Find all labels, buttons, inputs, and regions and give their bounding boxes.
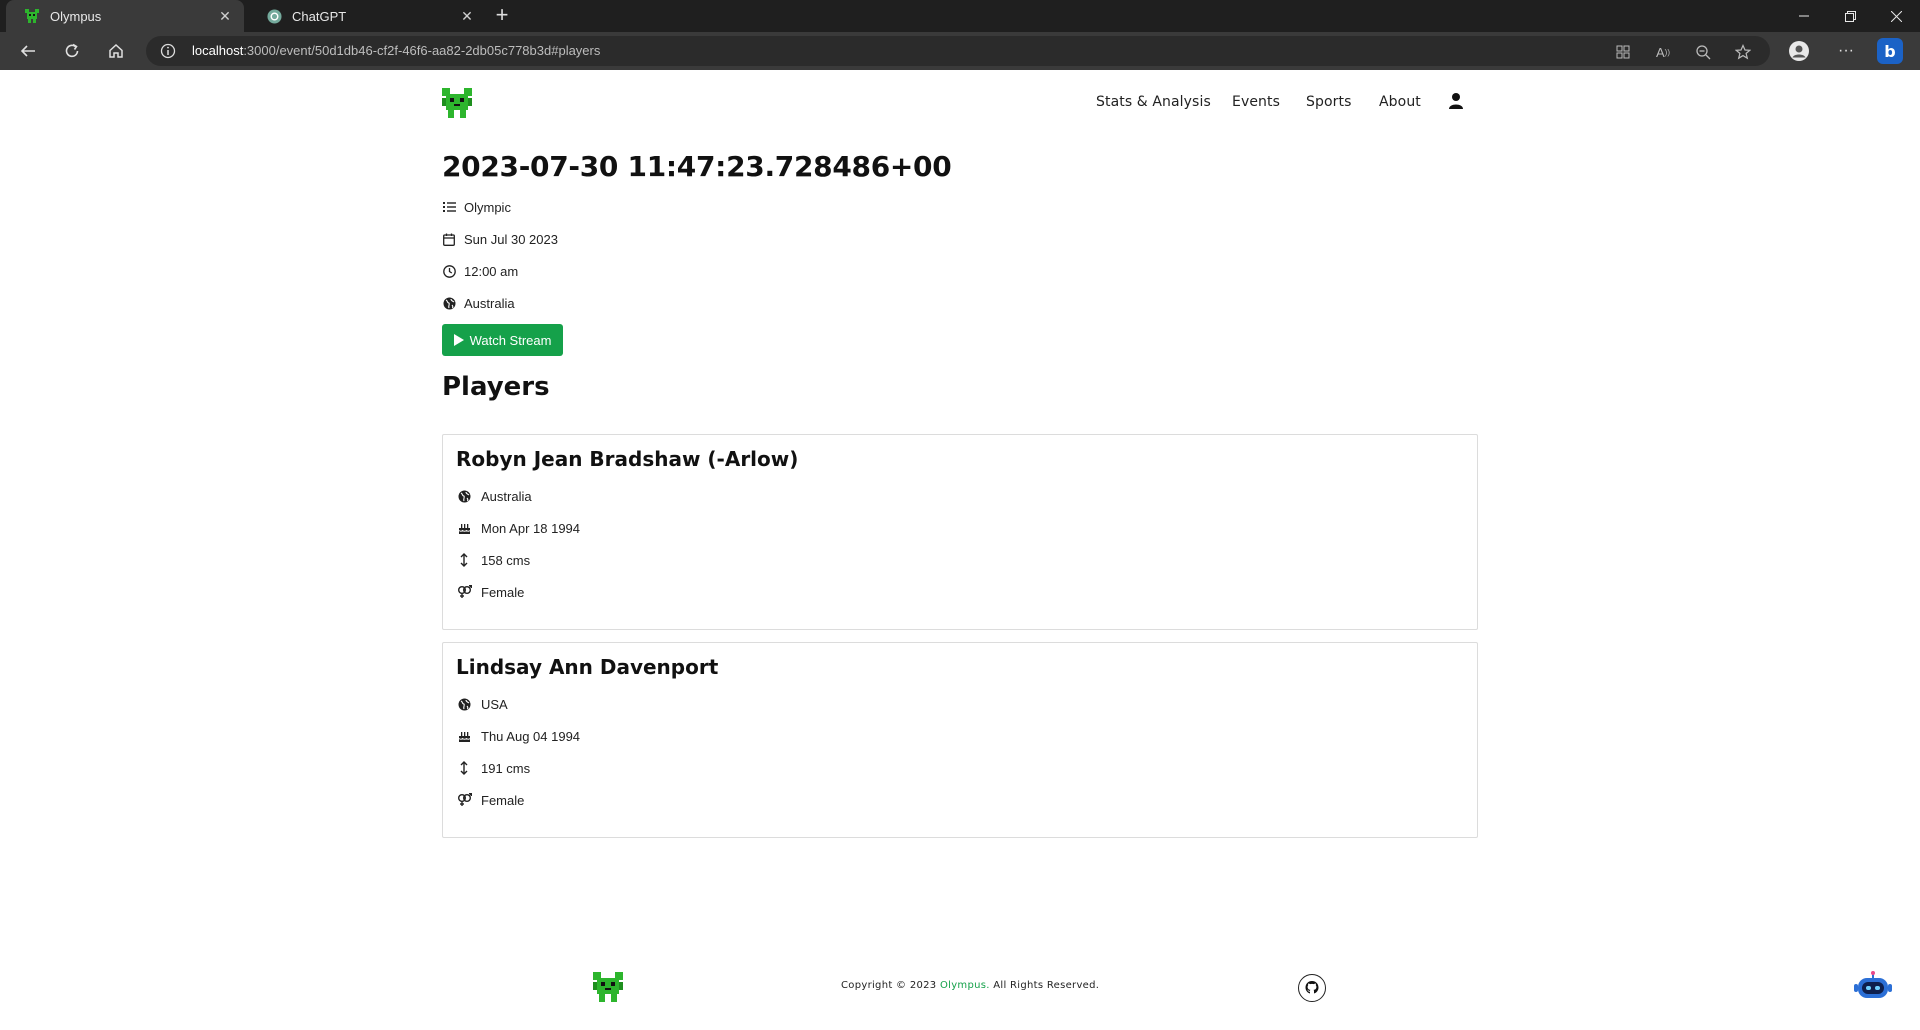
player-country: USA — [456, 695, 508, 713]
browser-tab-bar: Olympus ✕ ChatGPT ✕ + — [0, 0, 1920, 32]
player-height-text: 158 cms — [481, 552, 531, 568]
close-tab-icon[interactable]: ✕ — [458, 7, 476, 25]
height-arrows-icon — [456, 760, 472, 776]
profile-avatar-icon[interactable] — [1785, 37, 1813, 65]
read-aloud-icon[interactable]: A)) — [1654, 43, 1672, 61]
copyright-suffix: All Rights Reserved. — [989, 980, 1100, 991]
zoom-out-icon[interactable] — [1694, 43, 1712, 61]
globe-icon — [456, 696, 472, 712]
event-location-text: Australia — [464, 295, 515, 311]
gender-icon — [456, 792, 472, 808]
chat-bot-icon[interactable] — [1852, 970, 1894, 1006]
player-gender: Female — [456, 791, 524, 809]
player-height: 191 cms — [456, 759, 530, 777]
web-page: Stats & Analysis Events Sports About 202… — [0, 70, 1920, 1030]
event-category-text: Olympic — [464, 199, 511, 215]
nav-about[interactable]: About — [1379, 94, 1421, 110]
close-tab-icon[interactable]: ✕ — [216, 7, 234, 25]
event-time: 12:00 am — [442, 261, 518, 281]
github-icon[interactable] — [1298, 974, 1326, 1002]
player-birthdate-text: Thu Aug 04 1994 — [481, 728, 581, 744]
new-tab-button[interactable]: + — [490, 4, 514, 28]
chatgpt-favicon-icon — [266, 8, 282, 24]
copyright-text: Copyright © 2023 Olympus. All Rights Res… — [841, 980, 1099, 991]
player-name: Lindsay Ann Davenport — [456, 655, 719, 679]
player-country-text: USA — [481, 696, 508, 712]
close-window-button[interactable] — [1873, 0, 1919, 32]
bing-chat-icon[interactable]: b — [1876, 37, 1904, 65]
copyright-brand-link[interactable]: Olympus. — [940, 980, 990, 991]
more-menu-icon[interactable]: ··· — [1832, 37, 1860, 65]
player-height: 158 cms — [456, 551, 530, 569]
tab-title: Olympus — [50, 8, 102, 24]
birthday-cake-icon — [456, 728, 472, 744]
player-gender: Female — [456, 583, 524, 601]
tab-olympus[interactable]: Olympus ✕ — [6, 0, 244, 32]
watch-stream-label: Watch Stream — [469, 332, 552, 348]
clock-icon — [442, 264, 456, 278]
browser-toolbar: localhost:3000/event/50d1db46-cf2f-46f6-… — [0, 32, 1920, 70]
player-card: Lindsay Ann Davenport USA Thu Aug 04 199… — [442, 642, 1478, 838]
user-account-icon[interactable] — [1447, 92, 1465, 110]
height-arrows-icon — [456, 552, 472, 568]
birthday-cake-icon — [456, 520, 472, 536]
player-birthdate-text: Mon Apr 18 1994 — [481, 520, 581, 536]
event-title: 2023-07-30 11:47:23.728486+00 — [442, 150, 952, 183]
tab-chatgpt[interactable]: ChatGPT ✕ — [248, 0, 486, 32]
nav-stats-analysis[interactable]: Stats & Analysis — [1096, 94, 1211, 110]
player-gender-text: Female — [481, 584, 525, 600]
globe-icon — [442, 296, 456, 310]
watch-stream-button[interactable]: Watch Stream — [442, 324, 563, 356]
olympus-favicon-icon — [24, 8, 40, 24]
player-card: Robyn Jean Bradshaw (-Arlow) Australia M… — [442, 434, 1478, 630]
tab-title: ChatGPT — [292, 8, 347, 24]
player-birthdate: Thu Aug 04 1994 — [456, 727, 580, 745]
home-button[interactable] — [102, 37, 130, 65]
url-text[interactable]: localhost:3000/event/50d1db46-cf2f-46f6-… — [192, 43, 600, 58]
copyright-prefix: Copyright © 2023 — [841, 980, 940, 991]
globe-icon — [456, 488, 472, 504]
nav-events[interactable]: Events — [1232, 94, 1280, 110]
player-height-text: 191 cms — [481, 760, 531, 776]
event-location: Australia — [442, 293, 515, 313]
event-category: Olympic — [442, 197, 511, 217]
site-info-icon[interactable] — [160, 43, 176, 59]
app-available-icon[interactable] — [1614, 43, 1632, 61]
player-country-text: Australia — [481, 488, 532, 504]
olympus-logo-icon[interactable] — [442, 88, 472, 118]
calendar-icon — [442, 232, 456, 246]
refresh-button[interactable] — [58, 37, 86, 65]
minimize-button[interactable] — [1781, 0, 1827, 32]
list-icon — [442, 200, 456, 214]
address-bar[interactable]: localhost:3000/event/50d1db46-cf2f-46f6-… — [146, 36, 1770, 66]
footer-logo-icon[interactable] — [593, 972, 623, 1002]
favorite-star-icon[interactable] — [1734, 43, 1752, 61]
play-icon — [453, 334, 464, 346]
event-time-text: 12:00 am — [464, 263, 519, 279]
event-date-text: Sun Jul 30 2023 — [464, 231, 558, 247]
restore-button[interactable] — [1827, 0, 1873, 32]
nav-sports[interactable]: Sports — [1306, 94, 1351, 110]
player-birthdate: Mon Apr 18 1994 — [456, 519, 580, 537]
url-path: :3000/event/50d1db46-cf2f-46f6-aa82-2db0… — [243, 43, 601, 58]
player-country: Australia — [456, 487, 532, 505]
url-host: localhost — [192, 43, 244, 58]
svg-text:b: b — [1884, 42, 1895, 61]
gender-icon — [456, 584, 472, 600]
players-heading: Players — [442, 372, 550, 402]
back-button[interactable] — [14, 37, 42, 65]
player-name: Robyn Jean Bradshaw (-Arlow) — [456, 447, 799, 471]
event-date: Sun Jul 30 2023 — [442, 229, 558, 249]
player-gender-text: Female — [481, 792, 525, 808]
